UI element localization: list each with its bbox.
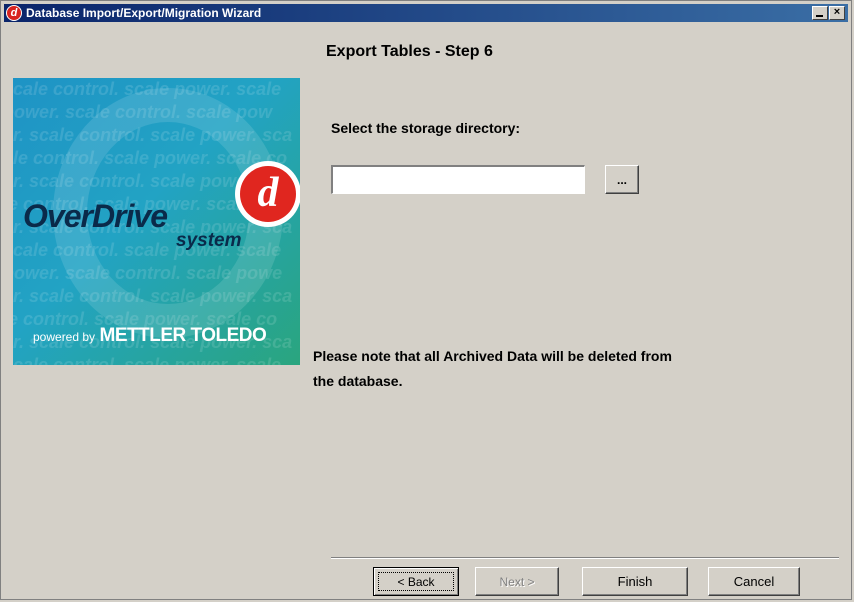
minimize-icon <box>816 15 823 17</box>
logo-system-label: system <box>176 230 242 251</box>
close-icon: × <box>833 6 841 18</box>
logo-powered-by: powered by METTLER TOLEDO <box>33 325 267 347</box>
cancel-button[interactable]: Cancel <box>708 567 800 596</box>
wizard-window: d Database Import/Export/Migration Wizar… <box>0 0 852 600</box>
logo-pattern-line: scale control. scale power. scale <box>13 355 282 365</box>
overdrive-logo: scale control. scale power. scale power. … <box>13 78 300 365</box>
window-title: Database Import/Export/Migration Wizard <box>26 6 262 20</box>
next-button[interactable]: Next > <box>475 567 559 596</box>
browse-button[interactable]: ... <box>605 165 639 194</box>
note-line-2: the database. <box>313 373 403 389</box>
logo-company-name: METTLER TOLEDO <box>99 325 267 346</box>
overdrive-app-icon: d <box>6 5 22 21</box>
note-line-1: Please note that all Archived Data will … <box>313 348 672 364</box>
logo-d-glyph: d <box>240 166 296 222</box>
storage-directory-input[interactable] <box>331 165 585 194</box>
logo-brand-name: OverDrive <box>23 198 168 234</box>
storage-directory-label: Select the storage directory: <box>331 120 521 136</box>
finish-button[interactable]: Finish <box>582 567 688 596</box>
close-button[interactable]: × <box>829 6 845 20</box>
back-button[interactable]: < Back <box>373 567 459 596</box>
logo-d-badge: d <box>235 161 300 227</box>
back-button-label: < Back <box>397 575 435 589</box>
archive-warning-note: Please note that all Archived Data will … <box>313 344 833 394</box>
button-separator <box>331 557 839 559</box>
title-bar[interactable]: d Database Import/Export/Migration Wizar… <box>4 4 848 22</box>
logo-powered-by-text: powered by <box>33 330 96 344</box>
step-title: Export Tables - Step 6 <box>326 43 493 60</box>
minimize-button[interactable] <box>812 6 828 20</box>
